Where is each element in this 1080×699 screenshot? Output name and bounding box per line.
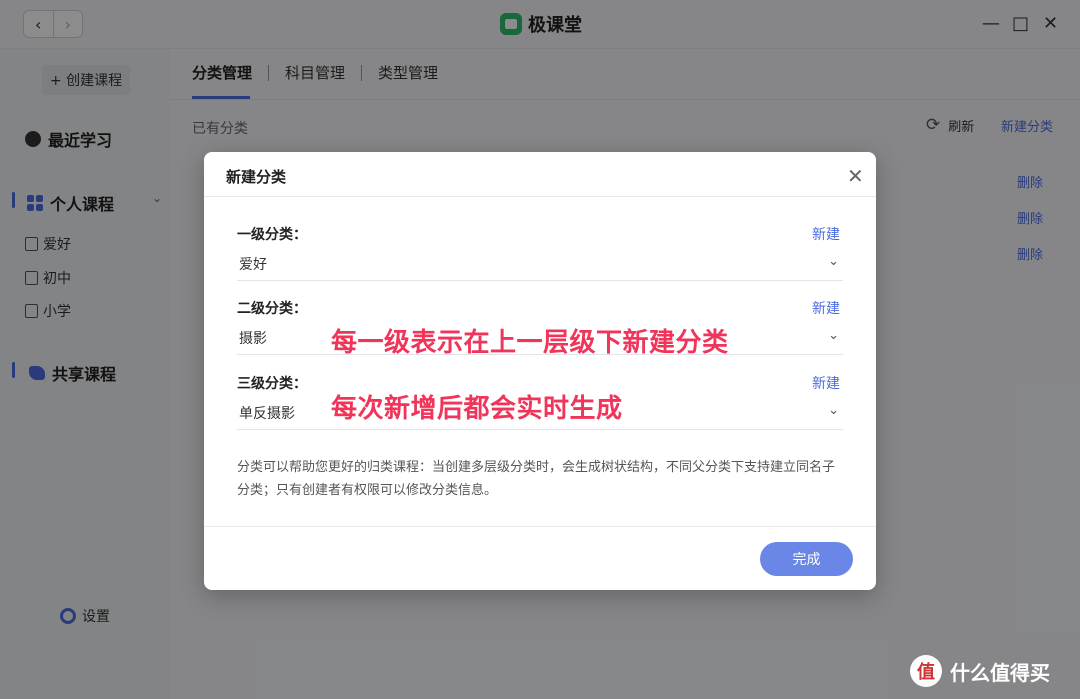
chevron-down-icon: ⌄ (828, 328, 839, 343)
level-1-select[interactable]: 爱好 ⌄ (237, 250, 843, 281)
level-3-new-button[interactable]: 新建 (812, 373, 840, 393)
close-icon[interactable]: ✕ (847, 164, 864, 188)
divider (204, 196, 876, 197)
watermark-text: 什么值得买 (950, 660, 1050, 685)
level-1-new-button[interactable]: 新建 (812, 224, 840, 244)
divider (204, 526, 876, 527)
watermark-logo-icon: 值 (910, 655, 942, 687)
dialog-title: 新建分类 (226, 168, 287, 186)
annotation-text: 每次新增后都会实时生成 (331, 394, 623, 424)
level-3-label: 三级分类： (237, 376, 307, 392)
chevron-down-icon: ⌄ (828, 403, 839, 418)
help-text: 分类可以帮助您更好的归类课程：当创建多层级分类时，会生成树状结构，不同父分类下支… (237, 460, 836, 498)
level-2-value: 摄影 (239, 331, 267, 347)
level-2-label: 二级分类： (237, 301, 307, 317)
annotation-text: 每一级表示在上一层级下新建分类 (331, 328, 729, 358)
new-category-dialog: 新建分类 ✕ 一级分类： 新建 爱好 ⌄ 二级分类： 新建 摄影 ⌄ 每一级表示… (204, 152, 876, 590)
done-button[interactable]: 完成 (760, 542, 853, 576)
level-2-new-button[interactable]: 新建 (812, 298, 840, 318)
chevron-down-icon: ⌄ (828, 254, 839, 269)
level-3-value: 单反摄影 (239, 406, 295, 422)
level-1-value: 爱好 (239, 257, 267, 273)
watermark: 值 什么值得买 (910, 655, 1050, 687)
level-1-label: 一级分类： (237, 227, 307, 243)
